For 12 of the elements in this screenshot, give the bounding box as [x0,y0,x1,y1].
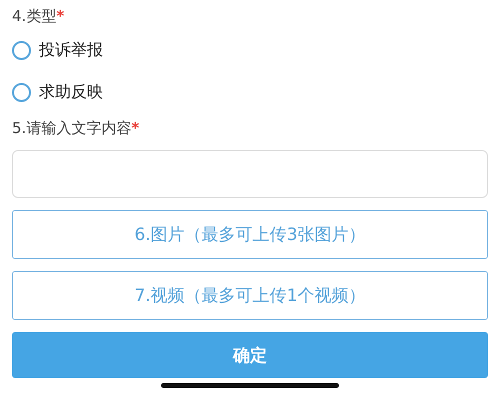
confirm-button[interactable]: 确定 [12,332,488,378]
question-label: 5.请输入文字内容 [12,118,132,138]
radio-button[interactable] [12,82,31,102]
required-mark: * [131,119,140,137]
question-label: 4.类型 [12,6,56,26]
upload-button[interactable]: 6.图片（最多可上传3张图片） [12,210,488,259]
upload-button[interactable]: 7.视频（最多可上传1个视频） [12,271,488,320]
option-label[interactable]: 投诉举报 [39,40,103,60]
text-field[interactable] [12,150,488,198]
required-mark: * [56,7,64,25]
radio-button[interactable] [12,40,31,60]
option-label[interactable]: 求助反映 [39,82,103,102]
